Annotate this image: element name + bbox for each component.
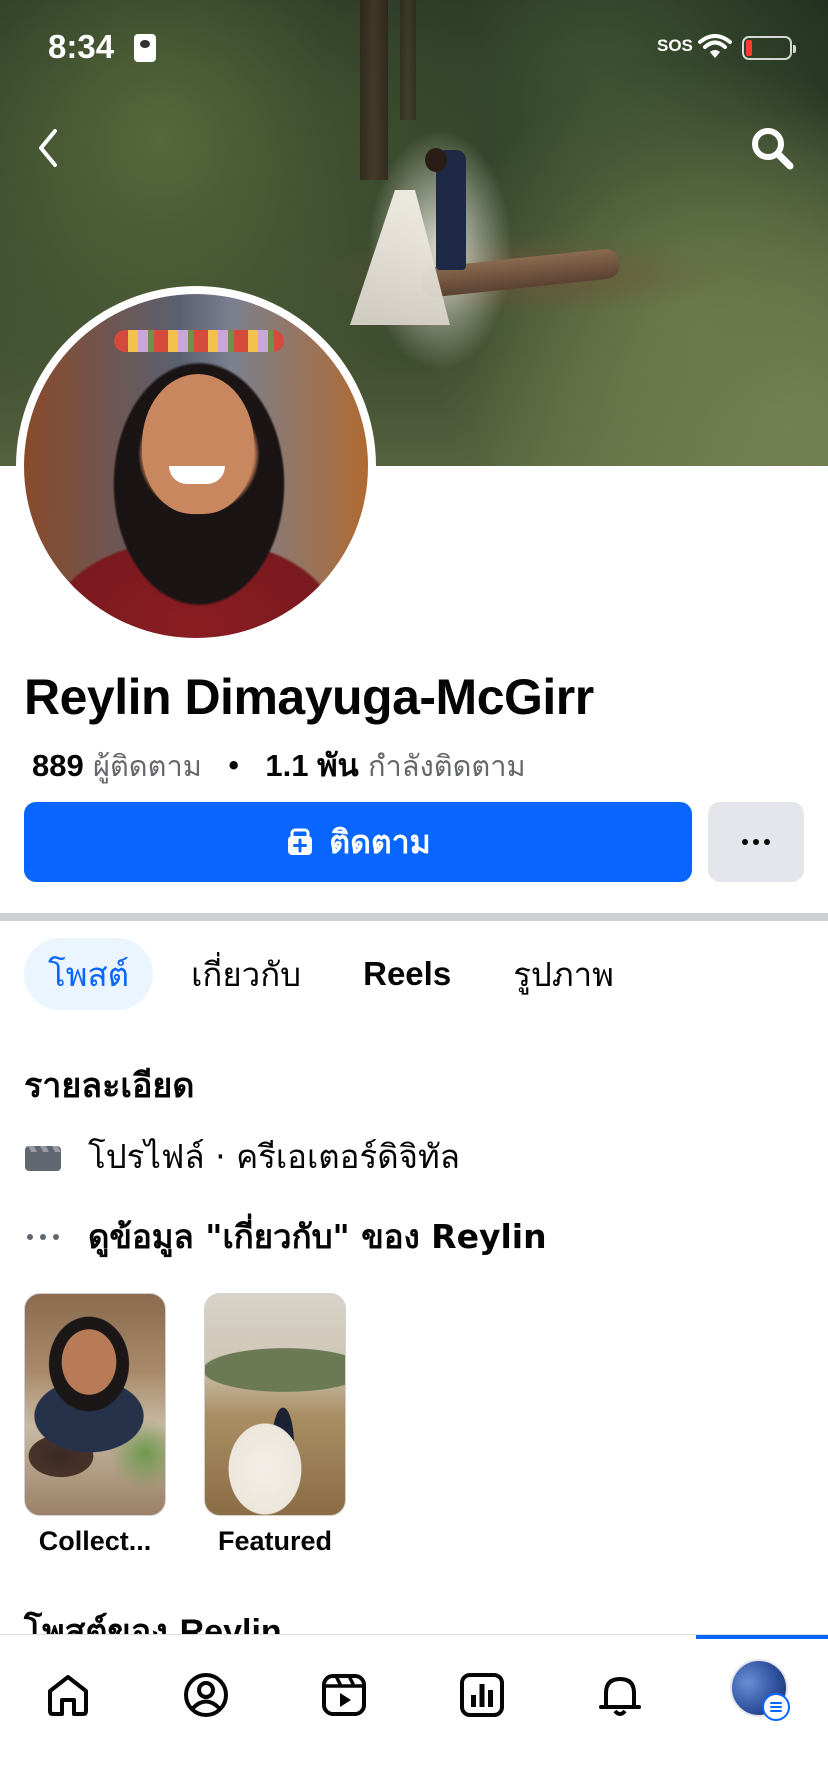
- page-type-label: โปรไฟล์: [88, 1137, 205, 1176]
- chevron-left-icon: [39, 129, 57, 167]
- follow-label: ติดตาม: [329, 822, 431, 861]
- about-link[interactable]: ดูข้อมูล "เกี่ยวกับ" ของ Reylin: [88, 1210, 547, 1263]
- nav-notifications[interactable]: [586, 1661, 654, 1729]
- tab-posts[interactable]: โพสต์: [24, 938, 154, 1010]
- follow-button[interactable]: ติดตาม: [24, 802, 692, 882]
- highlight-featured[interactable]: Featured: [204, 1293, 346, 1557]
- profile-name: Reylin Dimayuga-McGirr: [24, 669, 594, 725]
- bell-icon: [599, 1677, 641, 1716]
- stats-separator: •: [225, 749, 243, 783]
- profile-stats: 889 ผู้ติดตาม • 1.1 พัน กำลังติดตาม: [32, 740, 526, 790]
- followers-count[interactable]: 889: [32, 748, 84, 783]
- search-button[interactable]: [748, 124, 796, 172]
- highlight-caption: Collect...: [38, 1526, 152, 1556]
- more-options-button[interactable]: [708, 802, 804, 882]
- following-label[interactable]: กำลังติดตาม: [368, 749, 526, 783]
- nav-home[interactable]: [34, 1661, 102, 1729]
- highlight-caption: Featured: [217, 1526, 333, 1556]
- ellipsis-icon: [742, 839, 770, 845]
- follow-add-icon: [288, 828, 313, 855]
- page-type-separator: ·: [215, 1137, 237, 1176]
- menu-icon: [762, 1693, 790, 1721]
- dashboard-icon: [460, 1673, 504, 1717]
- highlight-collections[interactable]: Collect...: [24, 1293, 166, 1557]
- tab-reels[interactable]: Reels: [339, 938, 475, 1010]
- tab-photos[interactable]: รูปภาพ: [489, 938, 638, 1010]
- search-icon: [752, 128, 794, 170]
- section-divider: [0, 913, 828, 921]
- battery-icon: [742, 36, 796, 60]
- home-icon: [48, 1675, 88, 1716]
- bottom-nav: [0, 1634, 828, 1792]
- clapperboard-icon: [25, 1145, 61, 1171]
- about-link-row[interactable]: ดูข้อมูล "เกี่ยวกับ" ของ Reylin: [24, 1210, 547, 1263]
- id-card-icon: [134, 34, 156, 62]
- status-time: 8:34: [48, 28, 115, 65]
- profile-avatar[interactable]: [16, 286, 376, 646]
- nav-dashboard[interactable]: [448, 1661, 516, 1729]
- detail-page-type: โปรไฟล์ · ครีเอเตอร์ดิจิทัล: [24, 1130, 460, 1183]
- video-icon: [322, 1674, 366, 1716]
- profile-icon: [184, 1673, 228, 1717]
- ellipsis-icon: [27, 1233, 59, 1240]
- status-bar: 8:34 SOS: [0, 0, 828, 100]
- nav-friends[interactable]: [172, 1661, 240, 1729]
- wifi-icon: [698, 34, 732, 64]
- highlight-thumbnail: [204, 1293, 346, 1516]
- nav-video[interactable]: [310, 1661, 378, 1729]
- nav-active-indicator: [696, 1635, 828, 1639]
- page-type-value: ครีเอเตอร์ดิจิทัล: [236, 1137, 460, 1176]
- highlight-thumbnail: [24, 1293, 166, 1516]
- following-count[interactable]: 1.1 พัน: [265, 748, 358, 783]
- tab-about[interactable]: เกี่ยวกับ: [167, 938, 325, 1010]
- followers-label[interactable]: ผู้ติดตาม: [93, 749, 202, 783]
- details-title: รายละเอียด: [24, 1066, 195, 1106]
- profile-tabs: โพสต์ เกี่ยวกับ Reels รูปภาพ: [24, 938, 638, 1010]
- back-button[interactable]: [26, 120, 70, 176]
- status-sos: SOS: [657, 36, 693, 55]
